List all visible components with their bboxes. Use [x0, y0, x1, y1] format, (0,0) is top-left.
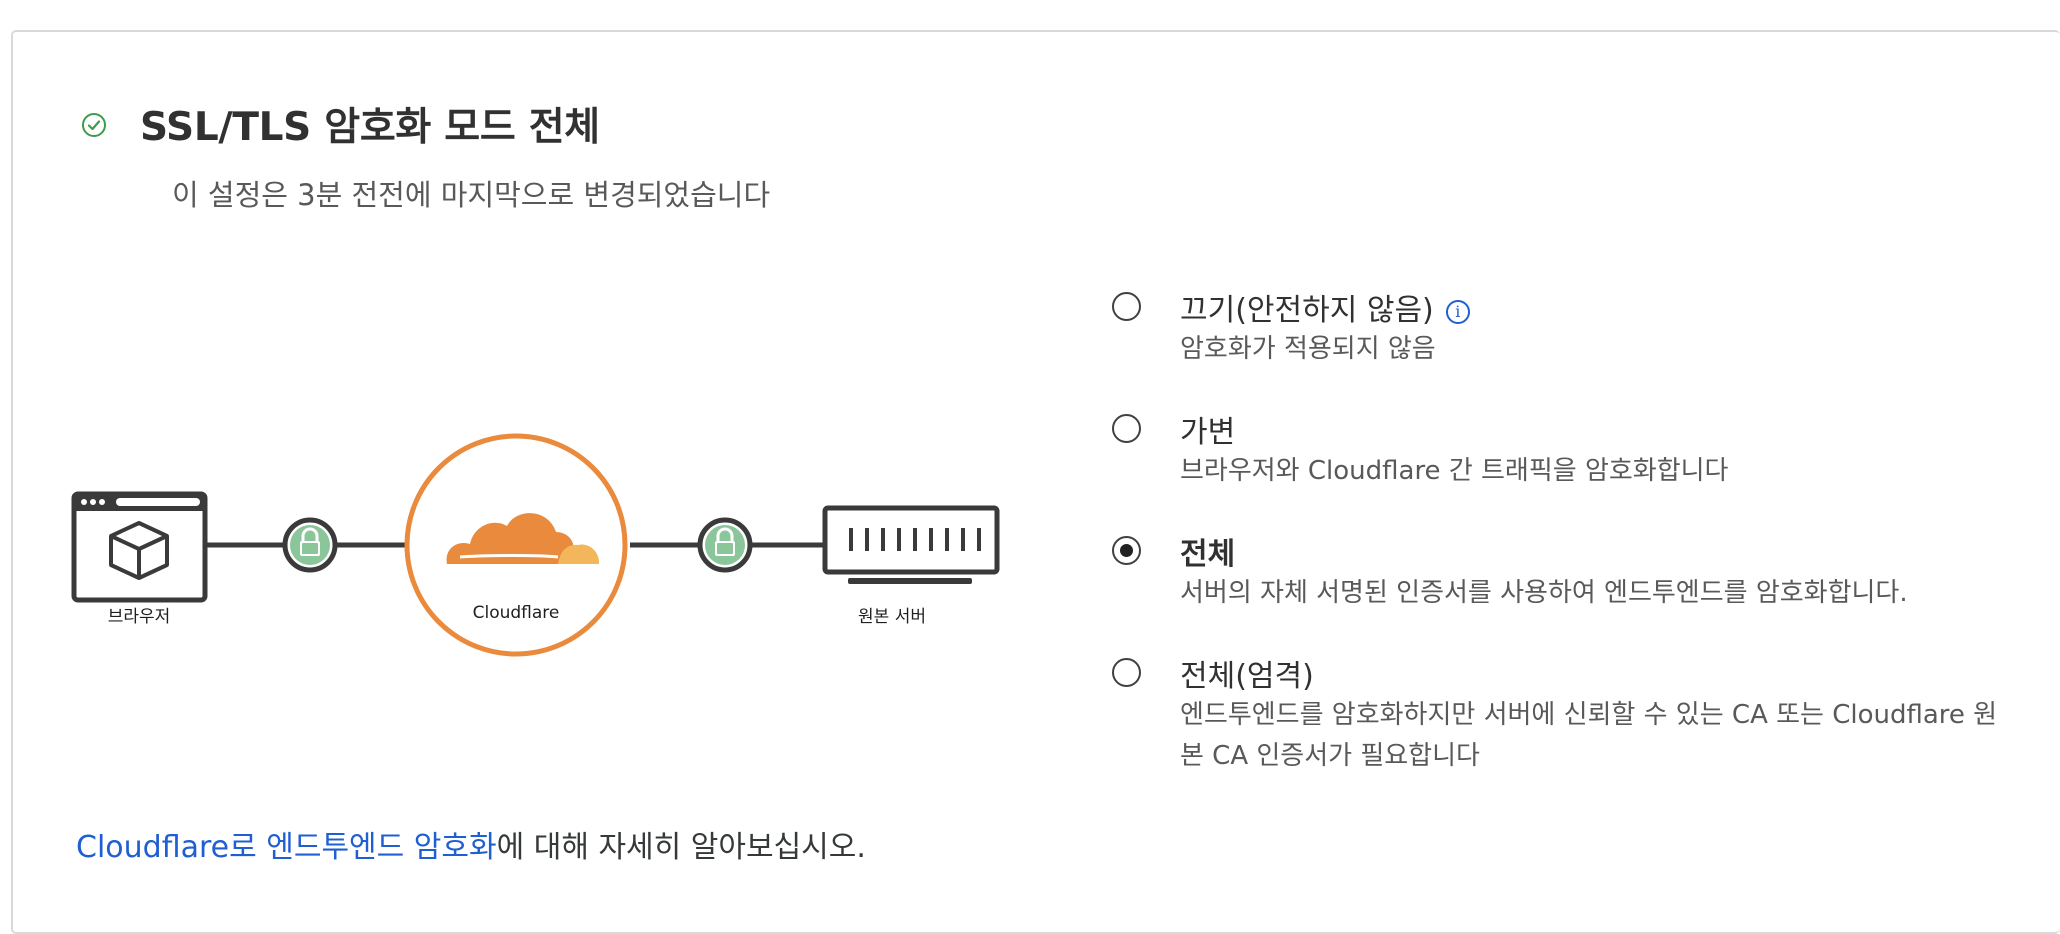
radio-off[interactable] [1112, 292, 1141, 321]
page-title: SSL/TLS 암호화 모드 전체 [140, 105, 600, 150]
header [80, 103, 108, 143]
option-description: 엔드투엔드를 암호화하지만 서버에 신뢰할 수 있는 CA 또는 Cloudfl… [1180, 700, 1998, 771]
lock-icon [282, 517, 338, 573]
learn-more-text: Cloudflare로 엔드투엔드 암호화에 대해 자세히 알아보십시오. [76, 822, 866, 866]
radio-full[interactable] [1112, 536, 1141, 565]
check-circle-icon [80, 103, 108, 143]
learn-more-suffix: 에 대해 자세히 알아보십시오. [496, 830, 866, 865]
radio-full-strict[interactable] [1112, 658, 1141, 687]
option-description: 암호화가 적용되지 않음 [1180, 334, 1436, 364]
server-icon [822, 505, 1000, 584]
origin-server-label: 원본 서버 [858, 607, 926, 627]
option-description: 브라우저와 Cloudflare 간 트래픽을 암호화합니다 [1180, 456, 1729, 486]
option-description: 서버의 자체 서명된 인증서를 사용하여 엔드투엔드를 암호화합니다. [1180, 578, 1908, 608]
option-title: 전체(엄격) [1180, 659, 1314, 694]
radio-flexible[interactable] [1112, 414, 1141, 443]
encryption-diagram: 브라우저 Cloudflare 원본 서버 [70, 430, 1010, 660]
browser-label: 브라우저 [107, 607, 171, 627]
option-title: 끄기(안전하지 않음) i [1180, 285, 1470, 329]
browser-window-icon [71, 491, 208, 603]
option-title: 전체 [1180, 537, 1236, 572]
end-to-end-encryption-link[interactable]: Cloudflare로 엔드투엔드 암호화 [76, 830, 497, 865]
option-title: 가변 [1180, 415, 1236, 450]
cloudflare-label: Cloudflare [472, 603, 560, 623]
info-icon[interactable]: i [1445, 300, 1470, 324]
lock-icon [697, 517, 753, 573]
last-changed-text: 이 설정은 3분 전전에 마지막으로 변경되었습니다 [172, 178, 771, 212]
